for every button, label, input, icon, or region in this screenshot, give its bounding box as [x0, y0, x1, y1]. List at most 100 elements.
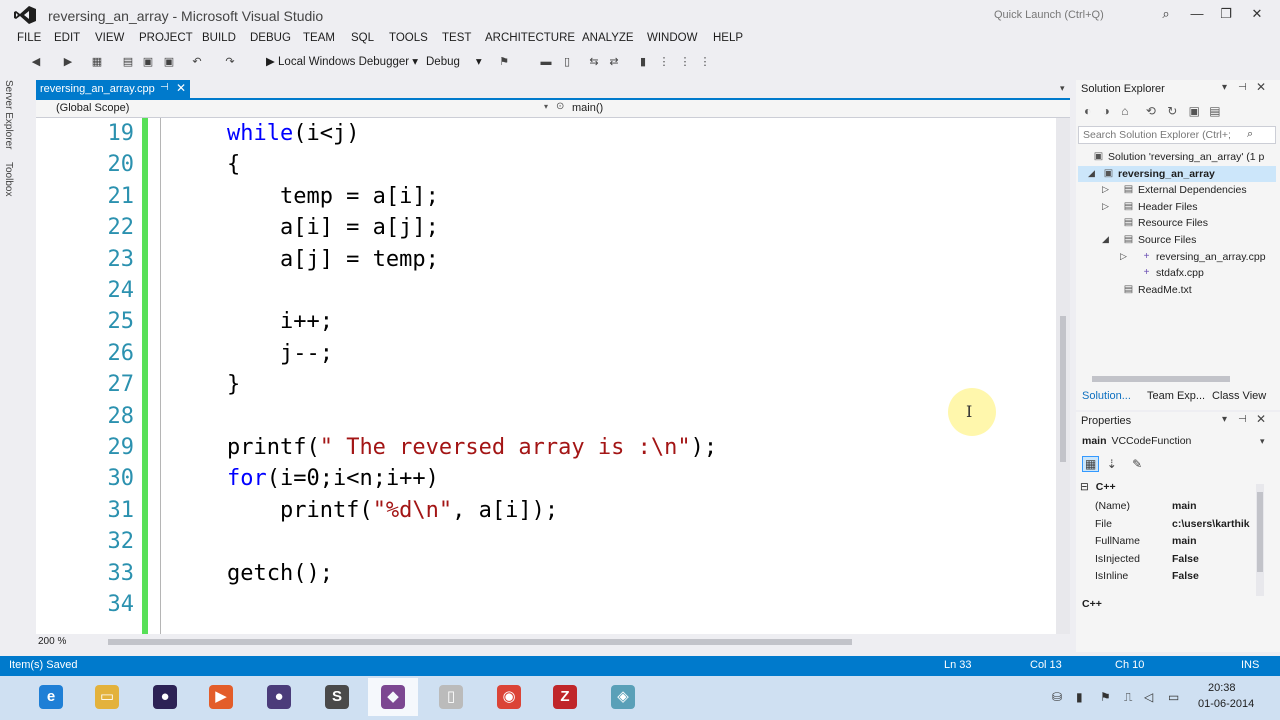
- property-pages-icon[interactable]: ✎: [1132, 457, 1142, 471]
- volume-icon[interactable]: ◁: [1144, 690, 1153, 704]
- code-line[interactable]: 25 i++;: [36, 306, 1056, 337]
- code-line[interactable]: 27 }: [36, 369, 1056, 400]
- taskbar-media-player[interactable]: ▶: [196, 678, 246, 716]
- function-dropdown[interactable]: main(): [572, 102, 603, 114]
- taskbar-visual-studio[interactable]: ◆: [368, 678, 418, 716]
- expanded-arrow-icon[interactable]: ◢: [1102, 234, 1109, 245]
- tree-item[interactable]: ▤ ReadMe.txt: [1076, 283, 1276, 299]
- property-value[interactable]: main: [1172, 500, 1197, 512]
- step-icon[interactable]: ▯: [560, 55, 574, 69]
- pin-icon[interactable]: ⊣: [160, 82, 169, 93]
- collapse-icon[interactable]: ⊟: [1080, 481, 1089, 493]
- start-debugger-button[interactable]: ▶ Local Windows Debugger ▾: [266, 54, 418, 68]
- tree-item[interactable]: ▷ ▤ Header Files: [1076, 200, 1276, 216]
- categorized-icon[interactable]: ▦: [1082, 456, 1100, 472]
- comment-icon[interactable]: ⋮: [657, 55, 671, 69]
- tab-reversing-an-array-cpp[interactable]: reversing_an_array.cpp ⊣ ✕: [36, 80, 190, 98]
- save-icon[interactable]: ▣: [141, 55, 155, 69]
- menu-build[interactable]: BUILD: [202, 32, 236, 44]
- close-button[interactable]: ✕: [1248, 6, 1266, 22]
- property-row[interactable]: (Name) main: [1076, 498, 1266, 515]
- expanded-arrow-icon[interactable]: ◢: [1088, 168, 1095, 179]
- network-icon[interactable]: ⛁: [1052, 690, 1062, 704]
- pin-icon[interactable]: ⊣: [1238, 414, 1247, 425]
- code-line[interactable]: 29 printf(" The reversed array is :\n");: [36, 432, 1056, 463]
- notification-icon[interactable]: ▭: [1168, 690, 1179, 704]
- save-all-icon[interactable]: ▣: [162, 55, 176, 69]
- tree-item[interactable]: ▷ + reversing_an_array.cpp: [1076, 250, 1276, 266]
- code-line[interactable]: 26 j--;: [36, 338, 1056, 369]
- bookmark-flag-icon[interactable]: ▮: [636, 55, 650, 69]
- code-line[interactable]: 33 getch();: [36, 558, 1056, 589]
- navigate-back-icon[interactable]: ◀: [29, 55, 43, 69]
- property-value[interactable]: c:\users\karthik: [1172, 518, 1250, 530]
- tree-item[interactable]: ▷ ▤ External Dependencies: [1076, 183, 1276, 199]
- clock-date[interactable]: 01-06-2014: [1198, 698, 1254, 710]
- property-value[interactable]: False: [1172, 570, 1199, 582]
- show-all-icon[interactable]: ▤: [1209, 104, 1220, 118]
- horizontal-scroll-thumb[interactable]: [108, 639, 852, 645]
- menu-sql[interactable]: SQL: [351, 32, 374, 44]
- taskbar-chrome[interactable]: ◉: [484, 678, 534, 716]
- menu-test[interactable]: TEST: [442, 32, 471, 44]
- tree-item[interactable]: ◢ ▣ reversing_an_array: [1076, 167, 1276, 183]
- restore-button[interactable]: ❐: [1217, 6, 1235, 22]
- tree-item[interactable]: + stdafx.cpp: [1076, 266, 1276, 282]
- tree-horizontal-scroll-thumb[interactable]: [1092, 376, 1230, 382]
- redo-icon[interactable]: ↷: [223, 55, 237, 69]
- code-line[interactable]: 21 temp = a[i];: [36, 181, 1056, 212]
- code-line[interactable]: 22 a[i] = a[j];: [36, 212, 1056, 243]
- tab-team-explorer[interactable]: Team Exp...: [1147, 390, 1205, 402]
- close-panel-icon[interactable]: ✕: [1256, 80, 1266, 94]
- pin-icon[interactable]: ⊣: [1238, 82, 1247, 93]
- code-line[interactable]: 20 {: [36, 149, 1056, 180]
- solution-search-input[interactable]: Search Solution Explorer (Ctrl+; ⌕: [1078, 126, 1276, 144]
- category-header[interactable]: ⊟ C++: [1080, 481, 1116, 493]
- property-value[interactable]: main: [1172, 535, 1197, 547]
- sync-icon[interactable]: ⟲: [1146, 104, 1156, 118]
- property-row[interactable]: IsInjected False: [1076, 551, 1266, 568]
- home-icon[interactable]: ⌂: [1121, 104, 1128, 118]
- code-line[interactable]: 23 a[j] = temp;: [36, 244, 1056, 275]
- minimize-button[interactable]: —: [1188, 6, 1206, 21]
- tree-item[interactable]: ◢ ▤ Source Files: [1076, 233, 1276, 249]
- menu-team[interactable]: TEAM: [303, 32, 335, 44]
- code-editor[interactable]: 19 while(i<j) 20 {21 temp = a[i]; 22 a[i] …: [36, 118, 1056, 634]
- navigate-forward-icon[interactable]: ▶: [61, 55, 75, 69]
- menu-analyze[interactable]: ANALYZE: [582, 32, 634, 44]
- clock-time[interactable]: 20:38: [1208, 682, 1236, 694]
- collapse-all-icon[interactable]: ▣: [1189, 104, 1200, 118]
- taskbar-other-app[interactable]: ◈: [598, 678, 648, 716]
- code-line[interactable]: 34: [36, 589, 1056, 620]
- vertical-scrollbar[interactable]: [1056, 118, 1070, 634]
- power-icon[interactable]: ⎍: [1124, 690, 1132, 705]
- collapsed-arrow-icon[interactable]: ▷: [1102, 201, 1109, 212]
- tab-class-view[interactable]: Class View: [1212, 390, 1266, 402]
- menu-edit[interactable]: EDIT: [54, 32, 80, 44]
- property-row[interactable]: FullName main: [1076, 533, 1266, 550]
- close-panel-icon[interactable]: ✕: [1256, 412, 1266, 426]
- attach-icon[interactable]: ⚑: [497, 55, 511, 69]
- object-selector[interactable]: main VCCodeFunction: [1082, 435, 1191, 447]
- chevron-down-icon[interactable]: ▾: [544, 102, 548, 111]
- taskbar-file-explorer[interactable]: ▭: [82, 678, 132, 716]
- code-line[interactable]: 32: [36, 526, 1056, 557]
- collapsed-arrow-icon[interactable]: ▷: [1120, 251, 1127, 262]
- panel-dropdown-icon[interactable]: ▾: [1222, 82, 1227, 93]
- menu-architecture[interactable]: ARCHITECTURE: [485, 32, 575, 44]
- code-line[interactable]: 24: [36, 275, 1056, 306]
- menu-window[interactable]: WINDOW: [647, 32, 697, 44]
- tree-item[interactable]: ▤ Resource Files: [1076, 216, 1276, 232]
- refresh-icon[interactable]: ↻: [1167, 104, 1177, 118]
- close-tab-icon[interactable]: ✕: [176, 81, 186, 95]
- property-value[interactable]: False: [1172, 553, 1199, 565]
- menu-tools[interactable]: TOOLS: [389, 32, 428, 44]
- uncomment-icon[interactable]: ⋮: [678, 55, 692, 69]
- new-project-icon[interactable]: ▦: [90, 55, 104, 69]
- toolbox-tab[interactable]: Toolbox: [3, 162, 14, 196]
- alphabetical-icon[interactable]: ⇣: [1107, 457, 1117, 471]
- battery-icon[interactable]: ▮: [1076, 690, 1083, 704]
- open-file-icon[interactable]: ▤: [121, 55, 135, 69]
- solution-configuration-dropdown[interactable]: Debug ▾: [426, 54, 482, 68]
- chevron-down-icon[interactable]: ▾: [1260, 436, 1265, 447]
